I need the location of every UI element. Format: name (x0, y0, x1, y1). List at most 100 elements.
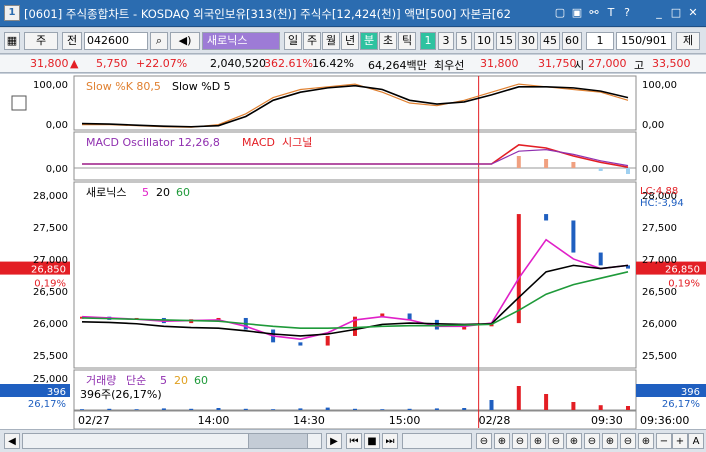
interval-3[interactable]: 3 (438, 32, 454, 50)
code-input[interactable]: 042600 (84, 32, 148, 50)
maximize-icon[interactable]: □ (669, 6, 683, 20)
stop-icon[interactable]: ■ (364, 433, 380, 449)
volume-bar-4 (189, 408, 194, 410)
zoom-in-4-icon[interactable]: ⊕ (602, 433, 618, 449)
stock-name[interactable]: 새로닉스 (202, 32, 280, 50)
toolbar: ▦ 주 전 042600 ⌕ ◀) 새로닉스 일 주 월 년 분 초 틱 1 3… (0, 28, 706, 54)
stoch-title-k: Slow %K 80,5 (86, 80, 161, 93)
volume-bar-6 (243, 408, 248, 410)
paging-input[interactable]: 150/901 (616, 32, 672, 50)
stoch-tick-high-r: 100,00 (642, 80, 677, 91)
macd-title-osc: MACD Oscillator 12,26,8 (86, 136, 220, 149)
high-label: 고 (634, 59, 645, 72)
period-month[interactable]: 월 (322, 32, 340, 50)
volume-title: 거래량 (86, 374, 116, 387)
volume-bar-17 (544, 394, 549, 410)
window-number: 1 (4, 5, 20, 21)
close-icon[interactable]: ✕ (686, 6, 700, 20)
volume-bar-10 (353, 408, 357, 410)
vol-tag-text: 396 (47, 387, 66, 398)
interval-15[interactable]: 15 (496, 32, 516, 50)
volume-bar-12 (407, 408, 412, 410)
interval-30[interactable]: 30 (518, 32, 538, 50)
font-icon[interactable]: A (688, 433, 704, 449)
stoch-tick-low-r: 0,00 (642, 120, 664, 131)
grid-icon[interactable]: ▦ (4, 32, 20, 50)
volume-bar-7 (271, 409, 276, 410)
price-tick-4: 26,000 (33, 319, 68, 330)
period-day[interactable]: 일 (284, 32, 302, 50)
window-title: [0601] 주식종합차트 - KOSDAQ 외국인보유[313(천)] 주식수… (24, 7, 511, 21)
search-icon[interactable]: ⌕ (150, 32, 168, 50)
turnover-rate: 16.42% (312, 57, 354, 70)
change-amount: 5,750 (96, 57, 128, 70)
period-minute[interactable]: 분 (360, 32, 378, 50)
volume-bar-1 (107, 408, 112, 410)
zoom-out-icon[interactable]: ⊖ (476, 433, 492, 449)
price-pct-text-r: 0,19% (668, 279, 700, 290)
scrollbar-thumb[interactable] (248, 433, 308, 449)
zoom-out-4-icon[interactable]: ⊖ (584, 433, 600, 449)
price-tick-0: 28,000 (33, 191, 68, 202)
sound-icon[interactable]: ◀) (170, 32, 200, 50)
period-year[interactable]: 년 (341, 32, 359, 50)
interval-1[interactable]: 1 (420, 32, 436, 50)
open-label: 시 (574, 59, 585, 72)
zoom-out-5-icon[interactable]: ⊖ (620, 433, 636, 449)
interval-10[interactable]: 10 (474, 32, 494, 50)
text-icon[interactable]: T (604, 6, 618, 20)
scroll-right-icon[interactable]: ▶ (326, 433, 342, 449)
vol-ma20-label: 20 (174, 374, 188, 387)
interval-5[interactable]: 5 (456, 32, 472, 50)
link-icon[interactable]: ⚯ (587, 6, 601, 20)
zoom-in-icon[interactable]: ⊕ (494, 433, 510, 449)
price-tag-text: 26,850 (31, 265, 66, 276)
zoom-out-3-icon[interactable]: ⊖ (548, 433, 564, 449)
zoom-in-2-icon[interactable]: ⊕ (530, 433, 546, 449)
quote-bar: 31,800 ▲ 5,750 +22.07% 2,040,520 362.61%… (0, 55, 706, 73)
scroll-left-icon[interactable]: ◀ (4, 433, 20, 449)
restore-icon[interactable]: ▢ (553, 6, 567, 20)
minimize-icon[interactable]: _ (652, 6, 666, 20)
period-second[interactable]: 초 (379, 32, 397, 50)
macd-tick-r: 0,00 (642, 164, 664, 175)
plus-icon[interactable]: + (672, 433, 688, 449)
price-pct-text: 0,19% (34, 279, 66, 290)
volume-bar-3 (161, 408, 166, 410)
chart-svg[interactable]: Slow %K 80,5 Slow %D 5 100,00 0,00 100,00 0,0… (0, 74, 706, 430)
macd-osc-bar-18 (571, 162, 576, 168)
first-icon[interactable]: ⏮ (346, 433, 362, 449)
zoom-in-5-icon[interactable]: ⊕ (638, 433, 654, 449)
zoom-in-3-icon[interactable]: ⊕ (566, 433, 582, 449)
panel-icon[interactable]: ▣ (570, 6, 584, 20)
count-select[interactable]: 1 (586, 32, 614, 50)
settings-icon (11, 95, 27, 111)
vol-ma5-label: 5 (160, 374, 167, 387)
price-title: 새로닉스 (86, 186, 126, 199)
extra-button[interactable]: 제 (676, 32, 700, 50)
last-icon[interactable]: ⏭ (382, 433, 398, 449)
macd-osc-bar-16 (516, 156, 521, 168)
interval-45[interactable]: 45 (540, 32, 560, 50)
minus-icon[interactable]: − (656, 433, 672, 449)
interval-60[interactable]: 60 (562, 32, 582, 50)
all-button[interactable]: 전 (62, 32, 82, 50)
vol-pct-text: 26,17% (28, 399, 66, 410)
volume-bar-8 (298, 408, 303, 410)
candle-13 (434, 319, 439, 330)
macd-osc-bar-20 (626, 168, 630, 174)
bottom-bar: ◀ ▶ ⏮ ■ ⏭ ⊖ ⊕ ⊖ ⊕ ⊖ ⊕ ⊖ ⊕ ⊖ ⊕ − + A (0, 429, 706, 452)
best-label: 최우선 (434, 59, 465, 72)
bid-price: 31,750 (538, 57, 577, 70)
period-week[interactable]: 주 (303, 32, 321, 50)
chart-area[interactable]: Slow %K 80,5 Slow %D 5 100,00 0,00 100,00 0,0… (0, 74, 706, 430)
period-tick[interactable]: 틱 (398, 32, 416, 50)
zoom-track[interactable] (402, 433, 472, 449)
market-select[interactable]: 주 (24, 32, 58, 50)
help-icon[interactable]: ? (620, 6, 634, 20)
zoom-out-2-icon[interactable]: ⊖ (512, 433, 528, 449)
x-time-label: 09:36:00 (640, 414, 689, 427)
x-label-4: 02/28 (479, 414, 511, 427)
ask-price: 31,800 (480, 57, 519, 70)
change-percent: +22.07% (136, 57, 188, 70)
